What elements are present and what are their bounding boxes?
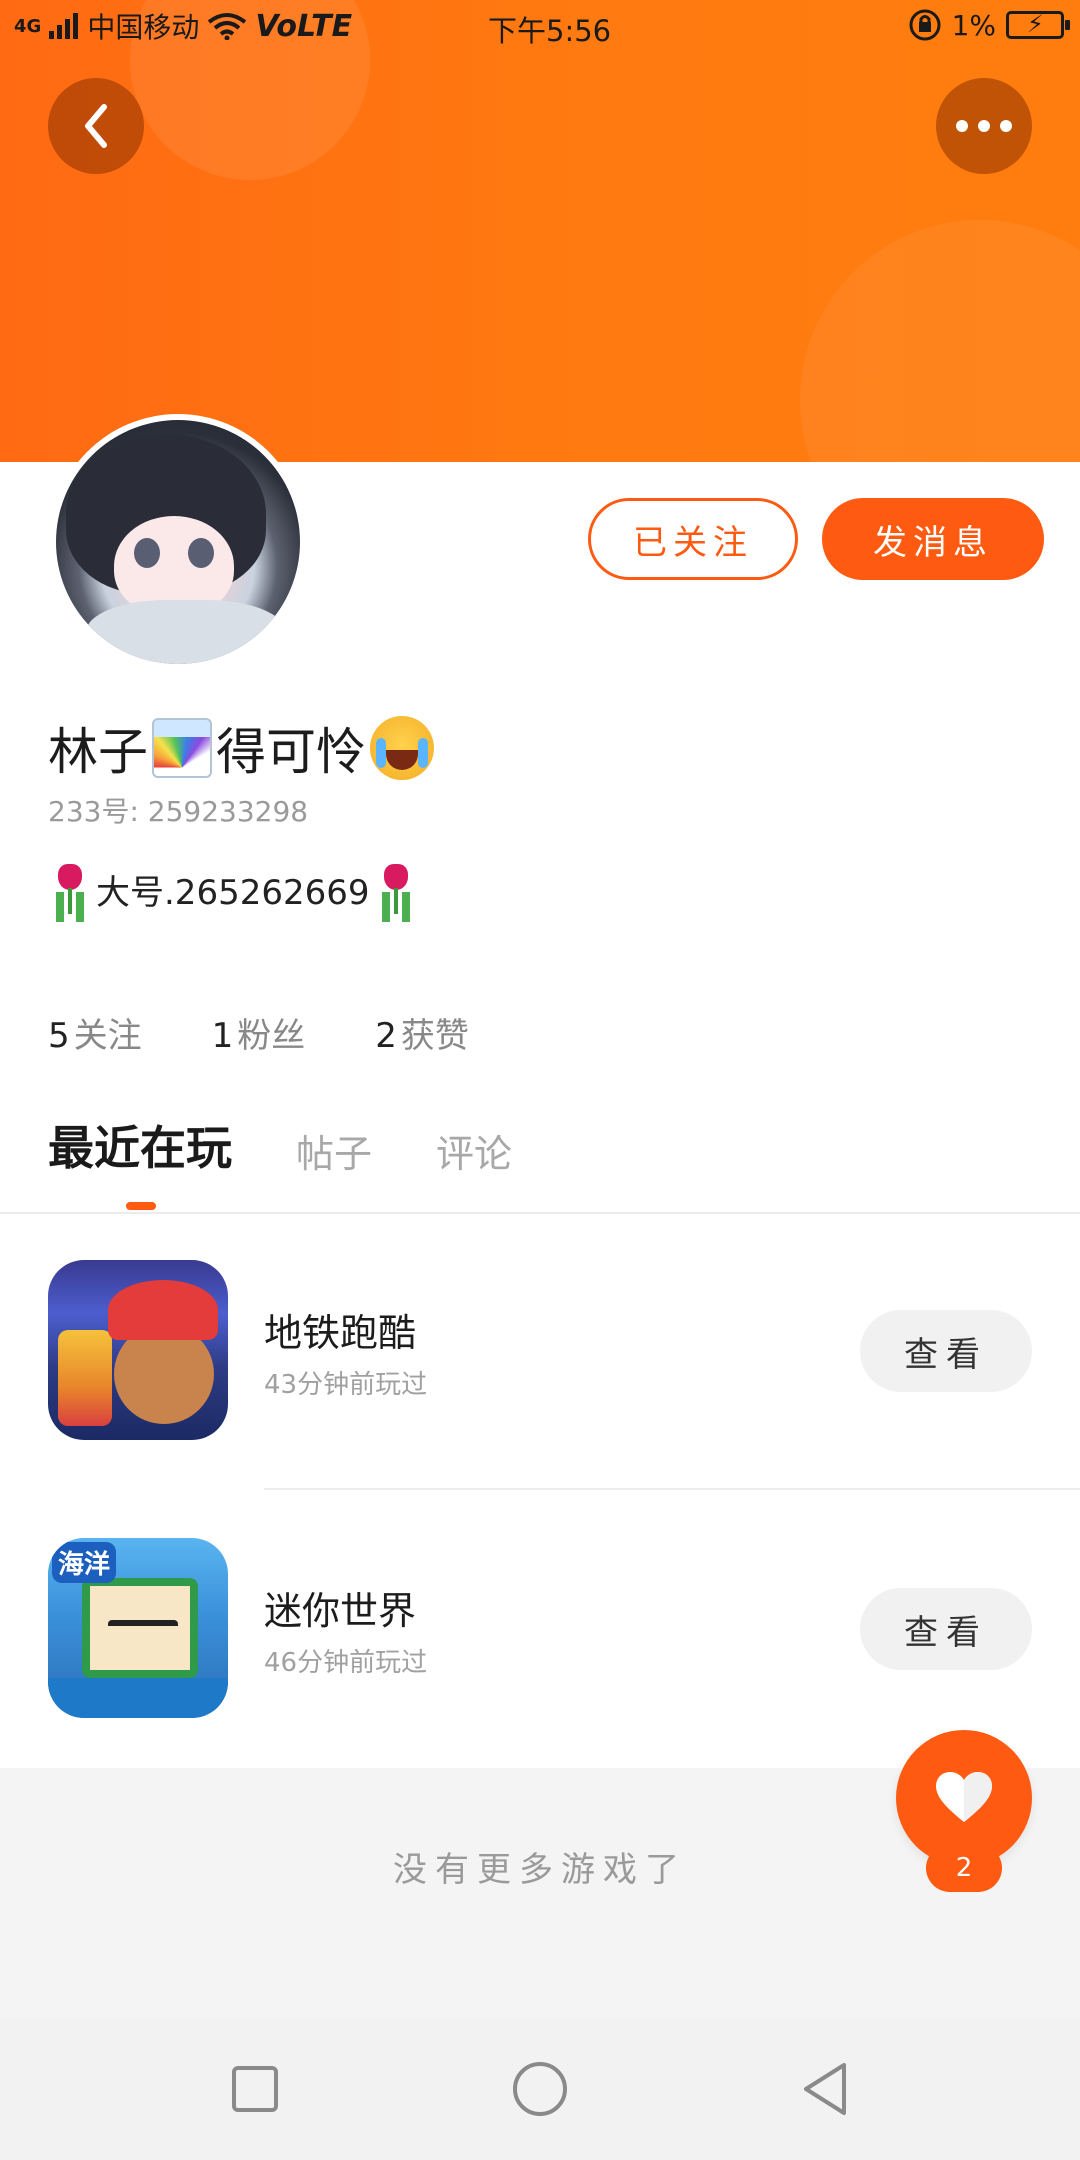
banner-decoration (800, 220, 1080, 462)
bio: 大号.265262669 (48, 864, 418, 914)
view-game-button[interactable]: 查看 (860, 1310, 1032, 1392)
tab-comments[interactable]: 评论 (436, 1123, 512, 1178)
tulip-icon (374, 864, 418, 914)
profile-screen: 4G 中国移动 VoLTE 下午5:56 1% ⚡ 已关注 发消息 林子 得可怜… (0, 0, 1080, 2160)
tab-recent-played[interactable]: 最近在玩 (48, 1112, 232, 1178)
game-list-item[interactable]: 海洋 迷你世界 46分钟前玩过 查看 (0, 1538, 1080, 1718)
volte-indicator: VoLTE (255, 8, 353, 44)
signal-bars-icon (49, 13, 79, 39)
recent-apps-button[interactable] (220, 2054, 290, 2124)
stat-followers[interactable]: 1 粉丝 (212, 1008, 306, 1057)
user-id: 233号: 259233298 (48, 795, 309, 828)
no-more-games-text: 没有更多游戏了 (393, 1850, 687, 1890)
username: 林子 得可怜 (48, 712, 434, 784)
rainbow-icon (152, 718, 212, 778)
status-bar: 4G 中国移动 VoLTE 下午5:56 1% ⚡ (0, 0, 1080, 52)
game-icon-tag: 海洋 (52, 1542, 117, 1583)
game-icon-subway-surfers (48, 1260, 228, 1440)
game-last-played: 46分钟前玩过 (264, 1648, 428, 1678)
wifi-icon (208, 13, 247, 40)
status-left: 4G 中国移动 VoLTE (14, 6, 352, 46)
square-icon (232, 2066, 278, 2112)
crying-face-icon (370, 716, 434, 780)
profile-header-banner: 4G 中国移动 VoLTE 下午5:56 1% ⚡ (0, 0, 1080, 462)
status-time: 下午5:56 (488, 14, 612, 48)
username-part2: 得可怜 (216, 723, 366, 781)
game-icon-mini-world: 海洋 (48, 1538, 228, 1718)
avatar-image (56, 420, 300, 664)
carrier-name: 中国移动 (87, 11, 200, 44)
avatar[interactable] (50, 414, 306, 670)
stat-following[interactable]: 5 关注 (48, 1008, 142, 1057)
more-button[interactable] (936, 78, 1032, 174)
tab-posts[interactable]: 帖子 (296, 1123, 372, 1178)
back-button[interactable] (48, 78, 144, 174)
triangle-back-icon (804, 2063, 846, 2115)
game-title: 地铁跑酷 (264, 1311, 417, 1355)
battery-icon: ⚡ (1006, 10, 1070, 39)
stat-likes-label: 获赞 (400, 1016, 469, 1056)
game-list-item[interactable]: 地铁跑酷 43分钟前玩过 查看 (0, 1260, 1080, 1440)
tab-divider (0, 1212, 1080, 1214)
game-title: 迷你世界 (264, 1589, 417, 1633)
stat-followers-count: 1 (211, 1016, 234, 1056)
home-button[interactable] (505, 2054, 575, 2124)
stat-following-count: 5 (48, 1016, 70, 1056)
circle-icon (513, 2062, 567, 2116)
stat-followers-label: 粉丝 (237, 1016, 306, 1056)
profile-tabs: 最近在玩 帖子 评论 (48, 1112, 512, 1178)
followed-button[interactable]: 已关注 (588, 498, 798, 580)
list-divider (264, 1488, 1080, 1490)
more-dots-icon (956, 120, 1012, 132)
game-last-played: 43分钟前玩过 (264, 1370, 428, 1400)
like-count-badge: 2 (926, 1844, 1002, 1892)
chevron-left-icon (85, 104, 107, 148)
profile-stats: 5 关注 1 粉丝 2 获赞 (48, 1008, 469, 1057)
rotation-lock-icon (909, 9, 941, 41)
send-message-button[interactable]: 发消息 (822, 498, 1044, 580)
heart-icon (936, 1772, 992, 1822)
battery-percent: 1% (951, 8, 996, 42)
status-right: 1% ⚡ (908, 8, 1070, 42)
system-nav-bar (0, 2018, 1080, 2160)
bio-text: 大号.265262669 (96, 872, 370, 913)
stat-likes-count: 2 (375, 1016, 397, 1056)
tulip-icon (48, 864, 92, 914)
view-game-button[interactable]: 查看 (860, 1588, 1032, 1670)
system-back-button[interactable] (790, 2054, 860, 2124)
signal-icon: 4G (14, 15, 42, 37)
stat-likes[interactable]: 2 获赞 (375, 1008, 469, 1057)
stat-following-label: 关注 (73, 1016, 142, 1056)
tab-active-indicator (126, 1202, 156, 1210)
username-part1: 林子 (48, 723, 148, 781)
